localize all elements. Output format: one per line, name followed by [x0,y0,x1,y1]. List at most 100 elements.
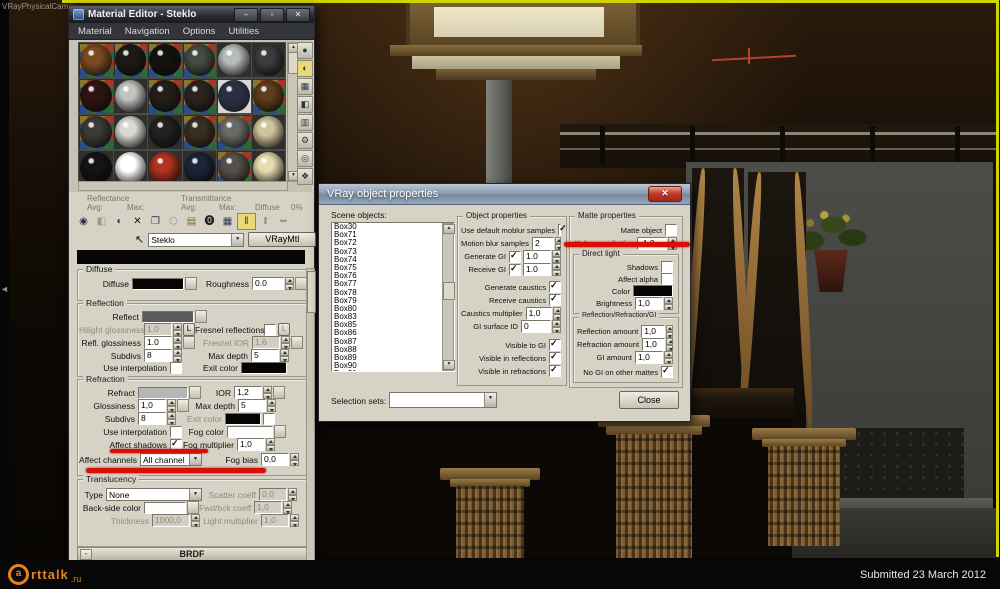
generate-gi-field[interactable]: 1.0 [523,250,551,263]
refl-glossiness-spinner[interactable] [173,336,182,349]
roughness-spinner[interactable] [285,277,294,290]
fresnel-ior-spinner[interactable] [281,336,290,349]
menu-material[interactable]: Material [78,26,112,37]
refl-glossiness-map-button[interactable] [183,336,195,349]
select-by-material-icon[interactable]: ◎ [297,150,313,167]
backside-color-swatch[interactable] [144,502,186,514]
material-sample-slot[interactable] [113,42,149,78]
menu-navigation[interactable]: Navigation [125,26,170,37]
material-sample-slot[interactable] [251,78,287,114]
reflection-use-interpolation-checkbox[interactable] [170,362,182,374]
maximize-button[interactable]: ▫ [260,8,284,22]
combo-arrow-icon[interactable]: ▼ [484,393,496,407]
fresnel-ior-field[interactable]: 1.6 [252,336,280,349]
fog-bias-spinner[interactable] [290,453,299,466]
caustics-multiplier-field[interactable]: 1.0 [526,307,553,320]
receive-caustics-checkbox[interactable] [549,294,561,306]
background-icon[interactable]: ▦ [297,78,313,95]
material-sample-slot[interactable] [216,42,252,78]
reflection-subdivs-field[interactable]: 8 [144,349,172,362]
visible-to-gi-checkbox[interactable] [549,339,561,351]
material-sample-slot[interactable] [251,114,287,150]
selection-sets-combo[interactable]: ▼ [389,392,497,408]
refraction-subdivs-field[interactable]: 8 [138,412,166,425]
material-sample-slot[interactable] [216,114,252,150]
matte-object-checkbox[interactable] [665,224,677,236]
scatter-coeff-spinner[interactable] [288,488,297,501]
get-material-icon[interactable]: ◉ [75,214,92,229]
reflect-color-swatch[interactable] [142,311,194,323]
visible-in-reflections-checkbox[interactable] [549,352,561,364]
sample-uv-tiling-icon[interactable]: ◧ [297,96,313,113]
material-map-navigator-icon[interactable]: ❖ [297,168,313,185]
material-sample-slot[interactable] [182,114,218,150]
material-sample-slot[interactable] [78,42,114,78]
backside-color-map-button[interactable] [187,501,199,514]
scroll-thumb[interactable] [443,282,455,300]
menu-options[interactable]: Options [183,26,216,37]
generate-gi-checkbox[interactable] [509,251,521,263]
params-scrollbar[interactable] [306,268,315,562]
material-id-channel-icon[interactable]: ⓿ [201,214,218,229]
refraction-amount-field[interactable]: 1,0 [642,338,665,351]
params-scroll-thumb[interactable] [307,271,316,313]
combo-arrow-icon[interactable]: ▼ [231,234,243,246]
dialog-close-button[interactable]: Close [619,391,679,409]
ior-map-button[interactable] [273,386,285,399]
reflection-max-depth-field[interactable]: 5 [251,349,279,362]
assign-material-to-selection-icon[interactable]: ◐ [111,214,128,229]
refraction-amount-spinner[interactable] [666,338,673,351]
translucency-type-combo[interactable]: None ▼ [106,488,202,501]
list-scrollbar[interactable]: ▲ ▼ [442,223,454,371]
sample-type-icon[interactable]: ● [297,42,313,59]
show-map-in-viewport-icon[interactable]: ▦ [219,214,236,229]
shadows-checkbox[interactable] [661,261,673,273]
material-sample-slot[interactable] [78,114,114,150]
fwd-bck-coeff-field[interactable]: 1,0 [254,501,282,514]
refraction-exit-color-checkbox[interactable] [263,413,275,425]
fog-multiplier-spinner[interactable] [266,438,275,451]
receive-gi-field[interactable]: 1.0 [523,263,551,276]
refraction-glossiness-field[interactable]: 1,0 [138,399,166,412]
refraction-glossiness-spinner[interactable] [167,399,176,412]
material-sample-slot[interactable] [216,78,252,114]
brightness-spinner[interactable] [664,297,673,310]
affect-channels-combo[interactable]: All channel ▼ [140,453,202,466]
material-sample-slot[interactable] [113,78,149,114]
options-icon[interactable]: ⚙ [297,132,313,149]
refraction-use-interpolation-checkbox[interactable] [170,426,182,438]
reflection-amount-field[interactable]: 1,0 [641,325,665,338]
material-editor-titlebar[interactable]: Material Editor - Steklo – ▫ ✕ [69,6,314,23]
fresnel-reflections-checkbox[interactable] [264,324,276,336]
refraction-max-depth-field[interactable]: 5 [238,399,266,412]
scene-object-item[interactable]: Box91 [332,370,454,372]
ior-field[interactable]: 1,2 [234,386,262,399]
fresnel-ior-map-button[interactable] [291,336,303,349]
reflection-amount-spinner[interactable] [666,325,673,338]
material-sample-slot[interactable] [78,78,114,114]
dialog-close-icon[interactable]: ✕ [648,186,682,202]
material-sample-slot[interactable] [113,114,149,150]
reflection-exit-color-swatch[interactable] [241,362,287,374]
reflect-map-button[interactable] [195,310,207,323]
menu-utilities[interactable]: Utilities [228,26,259,37]
generate-caustics-checkbox[interactable] [549,281,561,293]
close-button[interactable]: ✕ [286,8,310,22]
collapse-icon[interactable]: - [80,549,92,560]
diffuse-map-button[interactable] [185,277,197,290]
hilight-lock-button[interactable]: L [183,323,195,336]
fog-multiplier-field[interactable]: 1,0 [237,438,265,451]
combo-arrow-icon[interactable]: ▼ [189,454,201,465]
fog-color-map-button[interactable] [274,425,286,438]
matte-color-swatch[interactable] [633,285,673,297]
refl-glossiness-field[interactable]: 1.0 [144,336,172,349]
diffuse-color-swatch[interactable] [132,278,184,290]
scatter-coeff-field[interactable]: 0,0 [259,488,287,501]
reflection-max-depth-spinner[interactable] [280,349,289,362]
receive-gi-spinner[interactable] [552,263,561,276]
material-sample-slot[interactable] [182,78,218,114]
refraction-max-depth-spinner[interactable] [267,399,276,412]
gi-amount-spinner[interactable] [664,351,673,364]
material-type-button[interactable]: VRayMtl [248,232,316,247]
make-unique-icon[interactable]: ⬡ [165,214,182,229]
